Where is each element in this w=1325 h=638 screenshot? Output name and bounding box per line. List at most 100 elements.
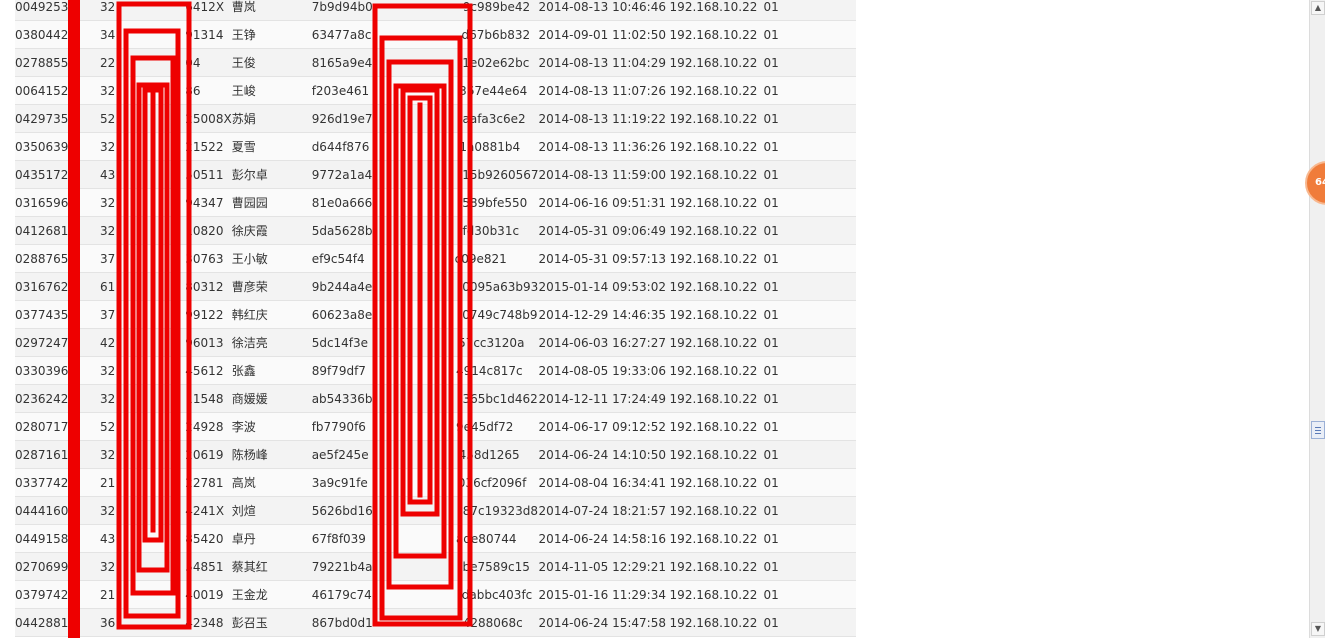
hash-suffix: 9e45df72: [455, 419, 514, 434]
cell-hash: ae5f245e 458d1265: [311, 440, 539, 469]
card-suffix: 50511: [185, 167, 224, 182]
cell-code: 01: [763, 468, 856, 497]
cell-name: 曹岚: [231, 0, 312, 21]
cell-id: 0412681: [15, 216, 100, 245]
cell-hash: 9772a1a4 15b9260567: [311, 160, 539, 189]
cell-id: 0379742: [15, 580, 100, 609]
card-prefix: 52: [100, 111, 116, 126]
floating-badge[interactable]: 64: [1305, 161, 1325, 205]
cell-hash: 63477a8c d67b6b832: [311, 20, 539, 49]
scroll-thumb[interactable]: [1311, 421, 1325, 439]
hash-prefix: 46179c74: [311, 587, 372, 602]
hash-suffix: be7589c15: [462, 559, 530, 574]
card-suffix: 54851: [185, 559, 224, 574]
card-prefix: 32: [100, 559, 116, 574]
card-suffix: 04: [185, 55, 201, 70]
cell-code: 01: [763, 216, 856, 245]
cell-time: 2014-08-13 11:19:22: [538, 104, 670, 133]
cell-hash: d644f876 1a0881b4: [311, 132, 539, 161]
cell-ip: 192.168.10.22: [669, 468, 764, 497]
card-suffix: 10820: [185, 223, 224, 238]
table-row: 0444160 32 4241X 刘煊 5626bd16 87c19323d8 2014-0…: [15, 496, 856, 525]
hash-suffix: 87c19323d8: [462, 503, 539, 518]
cell-name: 韩红庆: [231, 300, 312, 329]
table-row: 0270699 32 54851 蔡其红 79221b4a be7589c15 2014-1…: [15, 552, 856, 581]
cell-hash: 89f79df7 4914c817c: [311, 356, 539, 385]
cell-id: 0280717: [15, 412, 100, 441]
cell-name: 曹彦荣: [231, 272, 312, 301]
card-prefix: 32: [100, 83, 116, 98]
cell-id: 0287161: [15, 440, 100, 469]
card-suffix: 80312: [185, 279, 224, 294]
cell-id: 0435172: [15, 160, 100, 189]
cell-time: 2015-01-16 11:29:34: [538, 580, 670, 609]
vertical-scrollbar[interactable]: ▲ ▼: [1309, 0, 1325, 638]
cell-ip: 192.168.10.22: [669, 0, 764, 21]
cell-card: 52 24928: [100, 412, 232, 441]
card-prefix: 32: [100, 447, 116, 462]
cell-id: 0236242: [15, 384, 100, 413]
cell-time: 2014-12-29 14:46:35: [538, 300, 670, 329]
records-table: 0049253 32 6412X 曹岚 7b9d94b0 9c989be42 2014-08…: [15, 0, 856, 637]
cell-time: 2014-05-31 09:57:13: [538, 244, 670, 273]
cell-name: 李波: [231, 412, 312, 441]
cell-time: 2014-08-13 11:07:26: [538, 76, 670, 105]
records-table-container: 0049253 32 6412X 曹岚 7b9d94b0 9c989be42 2014-08…: [15, 0, 856, 637]
records-table-body: 0049253 32 6412X 曹岚 7b9d94b0 9c989be42 2014-08…: [15, 0, 856, 637]
cell-id: 0297247: [15, 328, 100, 357]
hash-suffix: c09e821: [454, 251, 507, 266]
card-prefix: 32: [100, 391, 116, 406]
cell-id: 0278855: [15, 48, 100, 77]
table-row: 0449158 43 85420 卓丹 67f8f039 ade80744 2014-06-…: [15, 524, 856, 553]
cell-name: 曹园园: [231, 188, 312, 217]
card-suffix: 21522: [185, 139, 224, 154]
hash-prefix: 89f79df7: [311, 363, 366, 378]
hash-prefix: 9b244a4e: [311, 279, 373, 294]
table-row: 0236242 32 11548 商媛媛 ab54336b 365bc1d462 2014-…: [15, 384, 856, 413]
cell-id: 0350639: [15, 132, 100, 161]
cell-hash: 60623a8e 0749c748b9: [311, 300, 539, 329]
hash-suffix: 4914c817c: [455, 363, 523, 378]
cell-code: 01: [763, 20, 856, 49]
cell-hash: 3a9c91fe 036cf2096f: [311, 468, 539, 497]
card-suffix: 30763: [185, 251, 224, 266]
hash-suffix: 1a0881b4: [459, 139, 521, 154]
hash-prefix: 5dc14f3e: [311, 335, 369, 350]
scroll-up-button[interactable]: ▲: [1311, 1, 1325, 15]
hash-suffix: aafa3c6e2: [462, 111, 526, 126]
cell-hash: 867bd0d1 4288068c: [311, 608, 539, 637]
scroll-down-button[interactable]: ▼: [1311, 622, 1325, 636]
cell-card: 32 54851: [100, 552, 232, 581]
hash-prefix: 9772a1a4: [311, 167, 373, 182]
table-row: 0412681 32 10820 徐庆霞 5da5628b fd30b31c 2014-05…: [15, 216, 856, 245]
table-row: 0278855 22 04 王俊 8165a9e4 1e02e62bc 2014-08-13…: [15, 48, 856, 77]
cell-id: 0337742: [15, 468, 100, 497]
cell-time: 2014-08-13 10:46:46: [538, 0, 670, 21]
cell-hash: 8165a9e4 1e02e62bc: [311, 48, 539, 77]
cell-time: 2014-08-04 16:34:41: [538, 468, 670, 497]
hash-suffix: 0095a63b93: [462, 279, 539, 294]
card-suffix: 96013: [185, 335, 224, 350]
card-prefix: 32: [100, 223, 116, 238]
hash-suffix: 458d1265: [458, 447, 520, 462]
card-prefix: 36: [100, 615, 116, 630]
cell-id: 0449158: [15, 524, 100, 553]
hash-prefix: 79221b4a: [311, 559, 373, 574]
cell-code: 01: [763, 0, 856, 21]
cell-name: 苏娟: [231, 104, 312, 133]
cell-code: 01: [763, 384, 856, 413]
cell-card: 42 96013: [100, 328, 232, 357]
table-row: 0379742 21 40019 王金龙 46179c74 dabbc403fc 2015-…: [15, 580, 856, 609]
triangle-up-icon: ▲: [1314, 3, 1322, 12]
cell-ip: 192.168.10.22: [669, 216, 764, 245]
cell-hash: f203e461 367e44e64: [311, 76, 539, 105]
cell-name: 徐庆霞: [231, 216, 312, 245]
hash-prefix: d644f876: [311, 139, 370, 154]
cell-name: 王峻: [231, 76, 312, 105]
card-suffix: 24928: [185, 419, 224, 434]
table-row: 0429735 52 25008X 苏娟 926d19e7 aafa3c6e2 2014-0…: [15, 104, 856, 133]
cell-name: 刘煊: [231, 496, 312, 525]
cell-ip: 192.168.10.22: [669, 272, 764, 301]
cell-ip: 192.168.10.22: [669, 496, 764, 525]
hash-prefix: 5626bd16: [311, 503, 373, 518]
